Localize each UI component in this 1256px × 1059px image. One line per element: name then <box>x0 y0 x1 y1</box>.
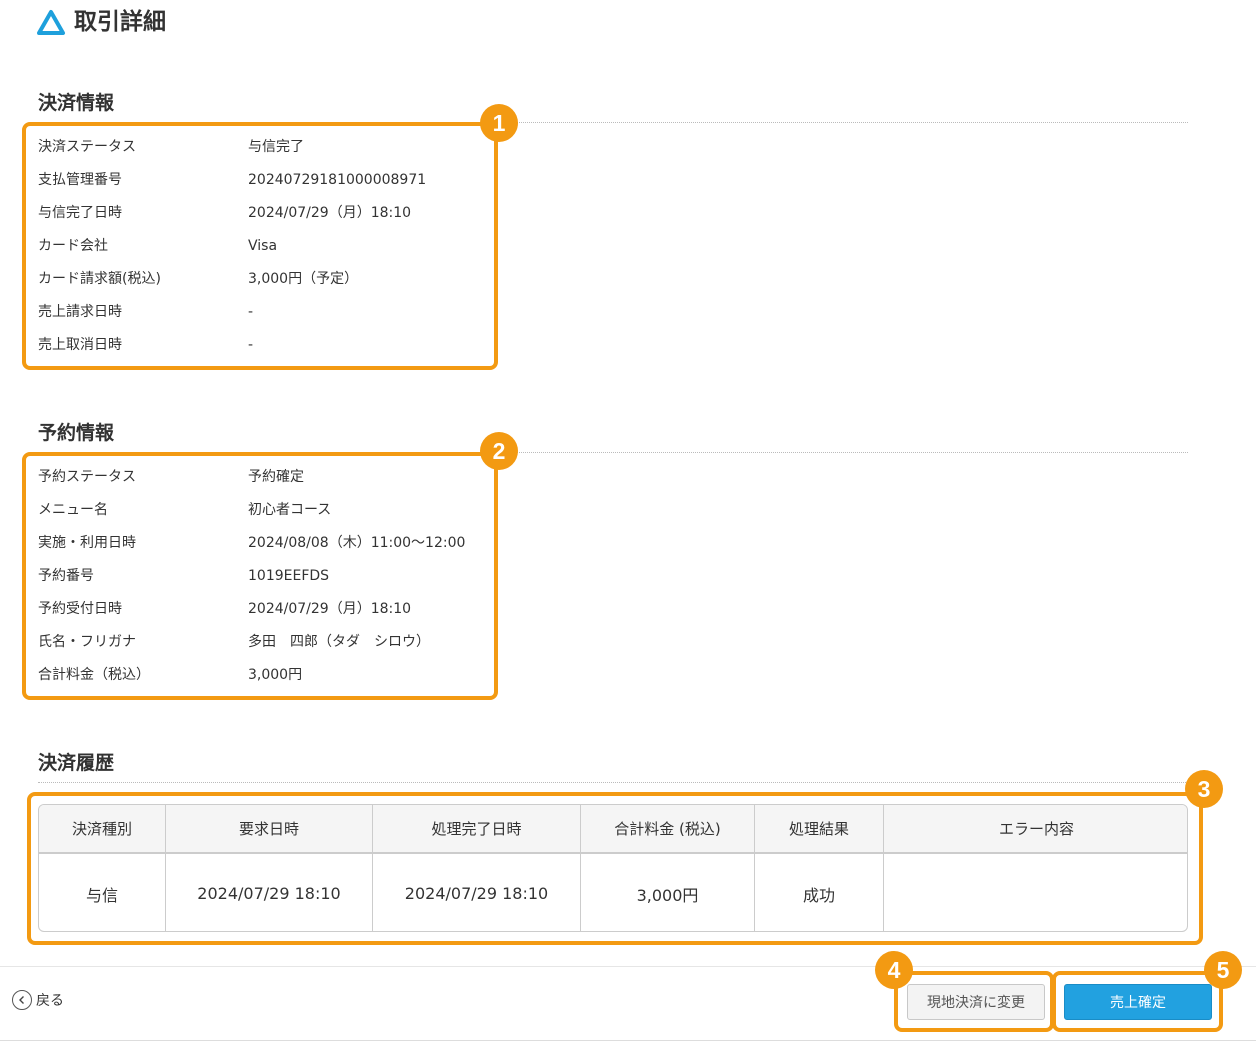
callout-badge-5: 5 <box>1204 951 1242 989</box>
payment-info-title: 決済情報 <box>38 92 115 114</box>
back-label: 戻る <box>36 993 64 1009</box>
callout-box-5 <box>1052 971 1223 1032</box>
footer-divider <box>0 966 1256 967</box>
chevron-left-icon <box>12 990 32 1010</box>
callout-box-2 <box>22 452 498 700</box>
callout-box-4 <box>894 971 1054 1032</box>
callout-badge-3: 3 <box>1185 770 1223 808</box>
page-title: 取引詳細 <box>74 9 166 35</box>
payment-history-title: 決済履歴 <box>38 752 115 774</box>
reservation-info-title: 予約情報 <box>38 422 115 444</box>
delta-logo-icon <box>37 10 65 35</box>
section-divider <box>38 782 1188 783</box>
callout-box-1 <box>22 122 498 370</box>
back-button[interactable]: 戻る <box>12 990 64 1010</box>
callout-badge-1: 1 <box>480 104 518 142</box>
callout-badge-2: 2 <box>480 432 518 470</box>
footer-bottom-border <box>0 1040 1256 1041</box>
callout-badge-4: 4 <box>875 951 913 989</box>
callout-box-3 <box>27 792 1203 945</box>
